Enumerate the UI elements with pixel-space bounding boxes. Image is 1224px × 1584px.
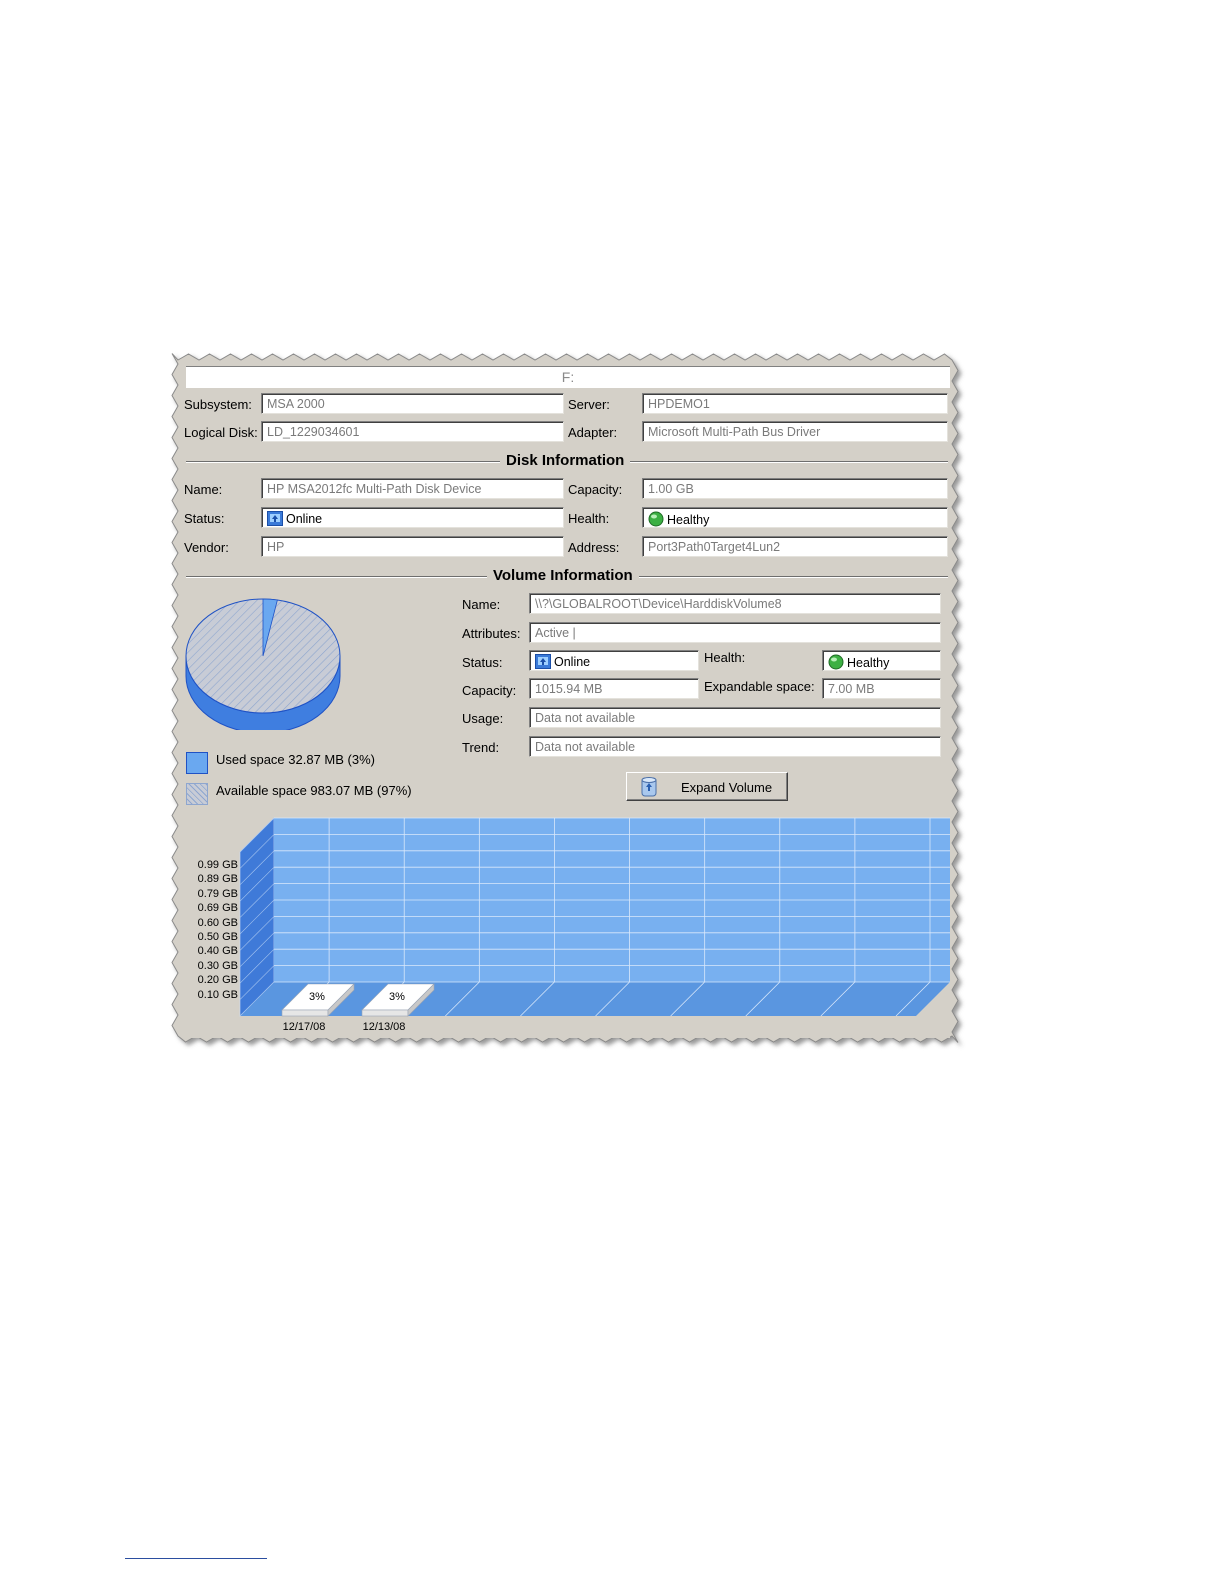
capacity-trend-chart: 3% 12/17/08 3% 12/13/08 bbox=[182, 810, 950, 1038]
used-space-legend: Used space 32.87 MB (3%) bbox=[216, 752, 375, 767]
disk-capacity-label: Capacity: bbox=[568, 482, 623, 497]
disk-health-text: Healthy bbox=[667, 513, 710, 527]
expandable-space-field[interactable]: 7.00 MB bbox=[822, 678, 941, 699]
volume-online-icon bbox=[535, 654, 551, 670]
expand-volume-label: Expand Volume bbox=[681, 780, 773, 795]
healthy-status-icon bbox=[648, 511, 664, 527]
subsystem-field[interactable]: MSA 2000 bbox=[261, 393, 564, 414]
disk-health-label: Health: bbox=[568, 511, 610, 526]
volume-name-field[interactable]: \\?\GLOBALROOT\Device\HarddiskVolume8 bbox=[529, 593, 941, 614]
logical-disk-label: Logical Disk: bbox=[184, 425, 258, 440]
volume-capacity-field[interactable]: 1015.94 MB bbox=[529, 678, 699, 699]
volume-health-text: Healthy bbox=[847, 656, 890, 670]
x-tick-label: 12/13/08 bbox=[363, 1021, 406, 1033]
vendor-field[interactable]: HP bbox=[261, 536, 564, 557]
expand-volume-icon bbox=[639, 776, 659, 801]
disk-section-title: Disk Information bbox=[500, 452, 631, 469]
footnote-rule bbox=[125, 1558, 267, 1559]
disk-online-icon bbox=[267, 511, 283, 527]
expandable-space-label: Expandable space: bbox=[704, 679, 815, 694]
attributes-label: Attributes: bbox=[462, 626, 521, 641]
expand-volume-button[interactable]: Expand Volume bbox=[626, 772, 788, 801]
usage-field[interactable]: Data not available bbox=[529, 707, 941, 728]
bar-value-label: 3% bbox=[309, 991, 325, 1003]
bar-front bbox=[281, 1009, 329, 1017]
bar-front bbox=[361, 1009, 409, 1017]
usage-label: Usage: bbox=[462, 711, 504, 726]
address-label: Address: bbox=[568, 540, 620, 555]
disk-status-label: Status: bbox=[184, 511, 225, 526]
volume-status-text: Online bbox=[554, 655, 591, 669]
used-space-swatch bbox=[186, 752, 208, 774]
trend-field[interactable]: Data not available bbox=[529, 736, 941, 757]
trend-label: Trend: bbox=[462, 740, 500, 755]
y-tick-label: 0.20 GB bbox=[197, 974, 238, 987]
volume-status-label: Status: bbox=[462, 655, 503, 670]
y-tick-label: 0.50 GB bbox=[197, 931, 238, 943]
window-title: F: bbox=[186, 366, 950, 388]
available-space-legend: Available space 983.07 MB (97%) bbox=[216, 783, 412, 798]
adapter-label: Adapter: bbox=[568, 425, 618, 440]
server-field[interactable]: HPDEMO1 bbox=[642, 393, 948, 414]
y-tick-label: 0.10 GB bbox=[197, 988, 238, 1001]
adapter-field[interactable]: Microsoft Multi-Path Bus Driver bbox=[642, 421, 948, 442]
disk-health-field[interactable]: Healthy bbox=[642, 507, 948, 528]
y-tick-label: 0.89 GB bbox=[197, 873, 238, 886]
y-tick-label: 0.40 GB bbox=[197, 945, 238, 958]
volume-health-label: Health: bbox=[704, 650, 746, 665]
y-tick-label: 0.60 GB bbox=[197, 916, 238, 929]
y-tick-label: 0.30 GB bbox=[197, 959, 238, 972]
y-tick-label: 0.69 GB bbox=[197, 902, 238, 915]
volume-health-field[interactable]: Healthy bbox=[822, 650, 941, 671]
volume-healthy-icon bbox=[828, 654, 844, 670]
disk-name-label: Name: bbox=[184, 482, 223, 497]
disk-capacity-field[interactable]: 1.00 GB bbox=[642, 478, 948, 499]
logical-disk-field[interactable]: LD_1229034601 bbox=[261, 421, 564, 442]
bar-value-label: 3% bbox=[389, 991, 405, 1003]
server-label: Server: bbox=[568, 397, 610, 412]
disk-status-text: Online bbox=[286, 512, 323, 526]
disk-name-field[interactable]: HP MSA2012fc Multi-Path Disk Device bbox=[261, 478, 564, 499]
y-tick-label: 0.99 GB bbox=[197, 859, 238, 871]
x-tick-label: 12/17/08 bbox=[283, 1021, 326, 1033]
y-tick-label: 0.79 GB bbox=[197, 887, 238, 900]
volume-capacity-label: Capacity: bbox=[462, 683, 517, 698]
volume-status-field[interactable]: Online bbox=[529, 650, 699, 671]
volume-name-label: Name: bbox=[462, 597, 501, 612]
volume-section-title: Volume Information bbox=[487, 567, 639, 584]
subsystem-label: Subsystem: bbox=[184, 397, 252, 412]
disk-status-field[interactable]: Online bbox=[261, 507, 564, 528]
available-space-swatch bbox=[186, 783, 208, 805]
attributes-field[interactable]: Active | bbox=[529, 622, 941, 643]
volume-properties-panel: F: Subsystem: MSA 2000 Server: HPDEMO1 L… bbox=[182, 362, 950, 1038]
vendor-label: Vendor: bbox=[184, 540, 229, 555]
space-pie-chart bbox=[185, 598, 341, 730]
address-field[interactable]: Port3Path0Target4Lun2 bbox=[642, 536, 948, 557]
